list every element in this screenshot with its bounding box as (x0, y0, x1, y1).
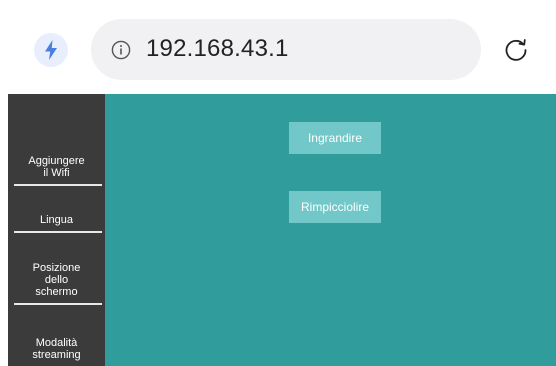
browser-toolbar: 192.168.43.1 (0, 0, 556, 94)
url-text[interactable]: 192.168.43.1 (146, 34, 289, 64)
sidebar-item-streaming-mode[interactable]: Modalità streaming (8, 305, 105, 366)
zoom-out-button[interactable]: Rimpicciolire (289, 191, 381, 223)
main-content: Ingrandire Rimpicciolire (105, 94, 556, 366)
sidebar-item-label: Lingua (39, 214, 74, 226)
address-bar[interactable]: 192.168.43.1 (91, 19, 481, 80)
zoom-in-button[interactable]: Ingrandire (289, 122, 381, 154)
info-icon[interactable] (111, 40, 131, 60)
sidebar-item-label: Modalità streaming (32, 337, 81, 361)
sidebar-menu: Aggiungere il Wifi Lingua Posizione dell… (8, 94, 105, 366)
sidebar-item-language[interactable]: Lingua (8, 186, 105, 231)
sidebar-item-add-wifi[interactable]: Aggiungere il Wifi (8, 94, 105, 184)
lightning-bolt-icon[interactable] (34, 33, 68, 67)
reload-icon[interactable] (500, 34, 532, 66)
sidebar-item-screen-position[interactable]: Posizione dello schermo (8, 233, 105, 303)
sidebar-item-label: Posizione dello schermo (32, 262, 81, 298)
sidebar-item-label: Aggiungere il Wifi (28, 155, 85, 179)
